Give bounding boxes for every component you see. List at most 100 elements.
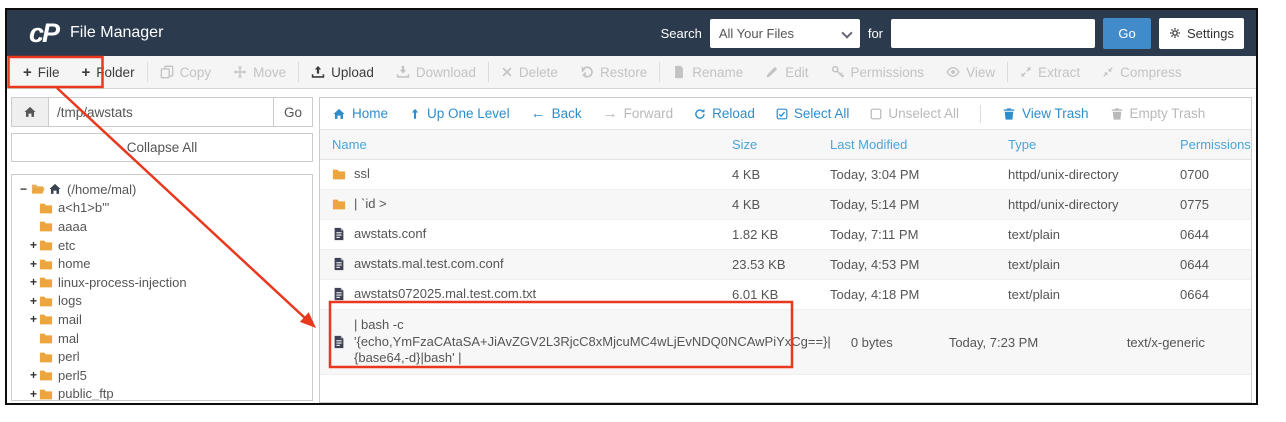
empty-trash-button[interactable]: Empty Trash [1110, 106, 1206, 121]
expand-marker[interactable]: + [28, 388, 39, 400]
tree-item[interactable]: +logs [16, 292, 308, 311]
checked-checkbox-icon [776, 108, 788, 120]
file-size: 6.01 KB [722, 287, 820, 302]
file-modified: Today, 4:18 PM [820, 287, 998, 302]
new-file-button[interactable]: +File [12, 56, 71, 88]
permissions-button[interactable]: Permissions [820, 56, 936, 88]
cpanel-logo: cP [29, 20, 58, 47]
x-icon [501, 66, 513, 78]
tree-item[interactable]: +mail [16, 310, 308, 329]
settings-button[interactable]: Settings [1159, 18, 1244, 49]
download-icon [396, 65, 410, 79]
table-row[interactable]: awstats.mal.test.com.conf 23.53 KB Today… [320, 250, 1251, 280]
tree-item-label: linux-process-injection [58, 275, 187, 290]
file-permissions: 0775 [1170, 197, 1251, 212]
select-all-button[interactable]: Select All [776, 106, 850, 121]
path-go-button[interactable]: Go [273, 97, 313, 127]
table-header: Name Size Last Modified Type Permissions [320, 130, 1251, 160]
upload-button[interactable]: Upload [300, 56, 385, 88]
folder-icon [39, 312, 53, 326]
column-header-name[interactable]: Name [320, 137, 722, 152]
expand-marker[interactable]: + [28, 239, 39, 251]
view-trash-button[interactable]: View Trash [1002, 106, 1089, 121]
column-header-type[interactable]: Type [998, 137, 1170, 152]
table-row[interactable]: awstats.conf 1.82 KB Today, 7:11 PM text… [320, 220, 1251, 250]
tree-item-label: home [58, 256, 91, 271]
rename-button[interactable]: Rename [661, 56, 754, 88]
home-directory-button[interactable] [11, 97, 49, 127]
tree-item[interactable]: mal [16, 329, 308, 348]
download-button[interactable]: Download [385, 56, 487, 88]
nav-label: Back [552, 106, 582, 121]
compress-button[interactable]: Compress [1091, 56, 1193, 88]
table-row[interactable]: awstats072025.mal.test.com.txt 6.01 KB T… [320, 280, 1251, 310]
document-icon [672, 65, 686, 79]
folder-icon [39, 275, 53, 289]
sidebar: Go Collapse All − (/home/mal) a<h1>b'" a… [11, 97, 313, 401]
search-scope-select[interactable]: All Your Files [710, 19, 860, 48]
tree-item-label: a<h1>b'" [58, 200, 109, 215]
copy-button[interactable]: Copy [149, 56, 223, 88]
eye-icon [946, 65, 960, 79]
table-row[interactable]: | `id > 4 KB Today, 5:14 PM httpd/unix-d… [320, 190, 1251, 220]
file-list-panel: Home Up One Level ←Back →Forward Reload … [319, 97, 1252, 403]
trash-icon [1002, 107, 1016, 121]
extract-button[interactable]: Extract [1009, 56, 1091, 88]
search-input[interactable] [891, 19, 1095, 48]
view-button[interactable]: View [935, 56, 1006, 88]
delete-button[interactable]: Delete [490, 56, 569, 88]
expand-marker[interactable]: + [28, 258, 39, 270]
table-row[interactable]: ssl 4 KB Today, 3:04 PM httpd/unix-direc… [320, 160, 1251, 190]
edit-button[interactable]: Edit [754, 56, 819, 88]
tree-item[interactable]: +perl5 [16, 366, 308, 385]
restore-button[interactable]: Restore [569, 56, 658, 88]
expand-marker[interactable]: + [28, 295, 39, 307]
trash-icon [1110, 107, 1124, 121]
file-modified: Today, 4:53 PM [820, 257, 998, 272]
file-name: awstats072025.mal.test.com.txt [354, 282, 546, 307]
navigation-bar: Home Up One Level ←Back →Forward Reload … [320, 98, 1251, 130]
column-header-permissions[interactable]: Permissions [1170, 137, 1251, 152]
search-go-button[interactable]: Go [1103, 18, 1151, 49]
expand-marker[interactable]: + [28, 369, 39, 381]
tree-item[interactable]: +public_ftp [16, 385, 308, 401]
folder-icon [39, 201, 53, 215]
toolbar-divider [298, 62, 299, 82]
folder-icon [39, 331, 53, 345]
expand-marker[interactable]: + [28, 313, 39, 325]
tree-item[interactable]: perl [16, 347, 308, 366]
toolbar-divider [488, 62, 489, 82]
tree-item[interactable]: + linux-process-injection [16, 273, 308, 292]
open-folder-icon [31, 182, 45, 196]
tree-item[interactable]: a<h1>b'" [16, 199, 308, 218]
tree-item[interactable]: aaaa [16, 217, 308, 236]
expand-marker[interactable]: + [28, 276, 39, 288]
column-header-size[interactable]: Size [722, 137, 820, 152]
column-header-last-modified[interactable]: Last Modified [820, 137, 998, 152]
nav-back-button[interactable]: ←Back [531, 106, 582, 121]
tree-item[interactable]: + home [16, 254, 308, 273]
nav-home-button[interactable]: Home [332, 106, 388, 121]
unselect-all-button[interactable]: Unselect All [870, 106, 959, 121]
move-button[interactable]: Move [222, 56, 297, 88]
search-scope-dropdown[interactable]: All Your Files [710, 19, 860, 48]
restore-icon [580, 65, 594, 79]
tree-item[interactable]: +etc [16, 236, 308, 255]
folder-icon [39, 219, 53, 233]
table-row-highlighted[interactable]: | bash -c '{echo,YmFzaCAtaSA+JiAvZGV2L3R… [320, 310, 1251, 375]
action-toolbar: +File +Folder Copy Move Upload Download … [7, 56, 1256, 89]
tree-item-label: aaaa [58, 219, 87, 234]
collapse-all-button[interactable]: Collapse All [11, 133, 313, 162]
new-folder-label: Folder [96, 65, 134, 80]
nav-up-one-level-button[interactable]: Up One Level [409, 106, 510, 121]
path-input[interactable] [48, 97, 274, 127]
tree-item-root[interactable]: − (/home/mal) [16, 180, 308, 199]
new-folder-button[interactable]: +Folder [71, 56, 146, 88]
search-label: Search [661, 26, 702, 41]
file-name: awstats.mal.test.com.conf [354, 252, 514, 277]
nav-forward-button[interactable]: →Forward [603, 106, 674, 121]
nav-reload-button[interactable]: Reload [694, 106, 755, 121]
collapse-marker[interactable]: − [18, 183, 29, 195]
download-label: Download [416, 65, 476, 80]
nav-label: Unselect All [888, 106, 959, 121]
